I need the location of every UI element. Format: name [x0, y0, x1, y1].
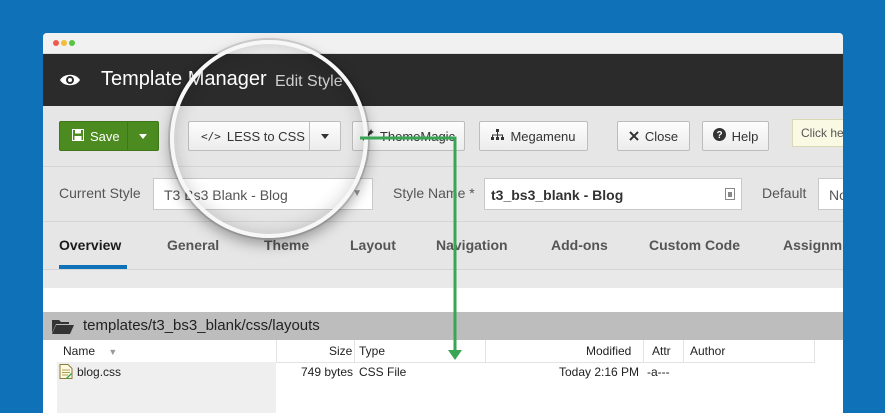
column-author[interactable]: Author: [690, 344, 725, 358]
column-attr[interactable]: Attr: [652, 344, 671, 358]
sort-down-icon: ▼: [108, 347, 118, 357]
page-title: Template Manager: [101, 68, 267, 90]
tab-theme[interactable]: Theme: [264, 237, 309, 253]
file-type: CSS File: [359, 365, 407, 379]
file-name: blog.css: [77, 365, 122, 379]
file-attr: -a---: [647, 365, 670, 379]
css-file-icon: [59, 364, 73, 382]
active-tab-indicator: [59, 265, 127, 269]
admin-header: Template Manager Edit Style: [43, 54, 843, 106]
save-dropdown-toggle[interactable]: [127, 122, 158, 150]
svg-text:?: ?: [716, 130, 722, 141]
close-icon: [629, 129, 639, 144]
current-style-value: T3 Bs3 Blank - Blog: [164, 187, 288, 203]
file-browser: templates/t3_bs3_blank/css/layouts Name …: [43, 288, 843, 413]
tab-add-ons[interactable]: Add-ons: [551, 237, 608, 253]
file-list-header: Name ▼ Size Type Modified Attr Author: [57, 340, 815, 363]
thememagic-button[interactable]: ThemeMagic: [352, 121, 465, 151]
code-icon: </>: [201, 129, 221, 143]
save-button[interactable]: Save: [59, 121, 159, 151]
eye-icon: [59, 72, 81, 93]
caret-down-icon: ▼: [352, 188, 362, 199]
default-select[interactable]: No: [818, 178, 843, 210]
megamenu-button[interactable]: Megamenu: [479, 121, 588, 151]
caret-down-icon: [321, 133, 329, 139]
current-style-label: Current Style: [59, 185, 141, 201]
close-window-dot[interactable]: [53, 40, 59, 46]
browser-window: Template Manager Edit Style Save </> LES…: [43, 33, 843, 413]
less-to-css-button[interactable]: </> LESS to CSS: [188, 121, 341, 151]
question-icon: ?: [712, 128, 726, 144]
column-size[interactable]: Size: [329, 344, 352, 358]
less-to-css-label: LESS to CSS: [226, 128, 305, 144]
window-chrome: [43, 33, 843, 54]
tab-layout[interactable]: Layout: [350, 237, 396, 253]
current-style-select[interactable]: T3 Bs3 Blank - Blog ▼: [153, 178, 373, 210]
less-dropdown-toggle[interactable]: [309, 122, 340, 150]
thememagic-label: ThemeMagic: [379, 128, 456, 144]
tooltip-hint: Click he: [792, 119, 843, 147]
help-label: Help: [731, 128, 759, 144]
style-settings-row: Current Style T3 Bs3 Blank - Blog ▼ Styl…: [43, 167, 843, 222]
tab-custom-code[interactable]: Custom Code: [649, 237, 740, 253]
save-label: Save: [90, 128, 120, 144]
magic-wand-icon: [362, 128, 374, 144]
caret-down-icon: [139, 133, 147, 139]
page-subtitle: Edit Style: [275, 73, 343, 90]
maximize-window-dot[interactable]: [69, 40, 75, 46]
style-name-input[interactable]: t3_bs3_blank - Blog: [484, 178, 742, 210]
help-button[interactable]: ? Help: [702, 121, 769, 151]
column-modified[interactable]: Modified: [586, 344, 631, 358]
tab-overview[interactable]: Overview: [59, 237, 121, 253]
sitemap-icon: [491, 128, 505, 144]
current-path: templates/t3_bs3_blank/css/layouts: [83, 317, 320, 334]
tab-navigation[interactable]: Navigation: [436, 237, 508, 253]
toolbar: Save </> LESS to CSS ThemeMagic Megamenu: [43, 106, 843, 167]
tab-assignment[interactable]: Assignm: [783, 237, 842, 253]
default-label: Default: [762, 185, 807, 201]
default-value: No: [829, 187, 843, 203]
field-edit-icon: [725, 187, 735, 203]
minimize-window-dot[interactable]: [61, 40, 67, 46]
tab-bar: Overview General Theme Layout Navigation…: [43, 222, 843, 270]
file-size: 749 bytes: [301, 365, 354, 379]
column-name[interactable]: Name ▼: [63, 344, 117, 358]
file-row[interactable]: blog.css 749 bytes CSS File Today 2:16 P…: [57, 362, 815, 382]
folder-open-icon: [52, 318, 74, 339]
tab-general[interactable]: General: [167, 237, 219, 253]
megamenu-label: Megamenu: [510, 128, 576, 144]
style-name-value: t3_bs3_blank - Blog: [491, 187, 624, 203]
close-button[interactable]: Close: [617, 121, 690, 151]
file-modified: Today 2:16 PM: [559, 365, 640, 379]
save-icon: [72, 128, 84, 144]
column-type[interactable]: Type: [359, 344, 385, 358]
close-label: Close: [644, 128, 679, 144]
style-name-label: Style Name *: [393, 185, 475, 201]
path-bar: templates/t3_bs3_blank/css/layouts: [43, 312, 843, 340]
